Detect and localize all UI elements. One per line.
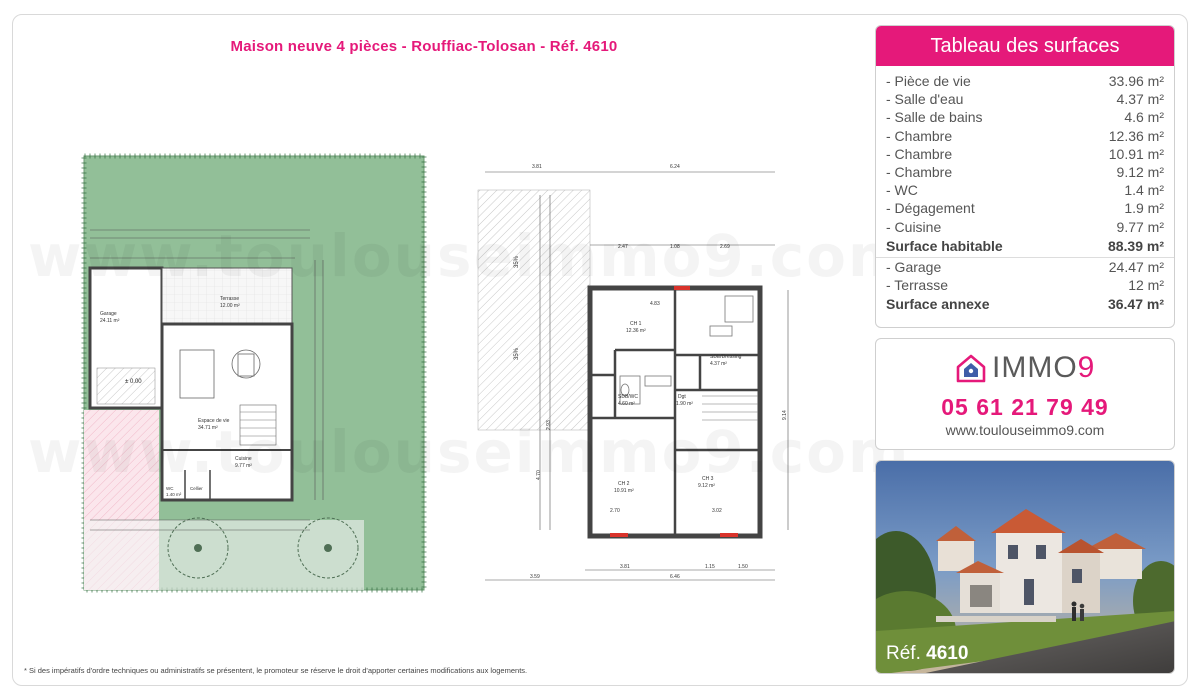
surfaces-table: Tableau des surfaces - Pièce de vie 33.96… xyxy=(875,25,1175,328)
dim-646: 6.46 xyxy=(670,574,680,580)
surface-habitable-value: 88.39 m² xyxy=(1107,237,1164,254)
surface-row: - Chambre 9.12 m² xyxy=(886,163,1164,181)
surface-label: - Terrasse xyxy=(886,276,948,293)
surface-value: 4.37 m² xyxy=(1116,91,1164,108)
house-logo-icon xyxy=(956,354,986,383)
ch2-area: 10.91 m² xyxy=(614,488,634,494)
surface-label: - Dégagement xyxy=(886,200,975,217)
sdb-area: 4.60 m² xyxy=(618,401,635,407)
website-link[interactable]: www.toulouseimmo9.com xyxy=(876,422,1174,438)
dgt-area: 1.90 m² xyxy=(676,401,693,407)
watermark-bottom: www.toulouseimmo9.com xyxy=(28,418,910,486)
logo-text: IMMO xyxy=(992,351,1078,384)
roof-slope-b: 35% xyxy=(514,347,520,360)
wc-area: 1.40 m² xyxy=(166,492,182,497)
surface-row: - Garage 24.47 m² xyxy=(886,258,1164,276)
garage-label: Garage xyxy=(100,311,117,317)
surface-annex-value: 36.47 m² xyxy=(1107,296,1164,313)
surface-value: 33.96 m² xyxy=(1108,73,1164,89)
surface-value: 1.9 m² xyxy=(1124,200,1164,217)
surface-row: - Chambre 12.36 m² xyxy=(886,127,1164,145)
surface-label: - Salle d'eau xyxy=(886,91,964,108)
dim-624: 6.24 xyxy=(670,164,680,170)
agency-logo: IMMO9 xyxy=(954,351,1095,385)
page-title: Maison neuve 4 pièces - Rouffiac-Tolosan… xyxy=(230,38,618,55)
dim-270: 2.70 xyxy=(610,508,620,514)
dim-150: 1.50 xyxy=(738,564,748,570)
surface-row: - Dégagement 1.9 m² xyxy=(886,199,1164,217)
surface-value: 9.77 m² xyxy=(1116,218,1164,235)
cellier-label: Cellier xyxy=(190,486,203,491)
dim-115: 1.15 xyxy=(705,564,715,570)
surface-annex-row: Surface annexe 36.47 m² xyxy=(886,294,1164,315)
surfaces-table-header: Tableau des surfaces xyxy=(876,26,1174,66)
surface-label: - Chambre xyxy=(886,145,953,162)
dim-381: 3.81 xyxy=(532,164,542,170)
dim-483: 4.83 xyxy=(650,301,660,307)
phone-number[interactable]: 05 61 21 79 49 xyxy=(876,394,1174,421)
dim-359: 3.59 xyxy=(530,574,540,580)
surface-value: 10.91 m² xyxy=(1108,145,1164,162)
disclaimer-note: * Si des impératifs d'ordre techniques o… xyxy=(24,666,528,675)
surface-row: - Pièce de vie 33.96 m² xyxy=(886,72,1164,90)
surface-row: - Salle de bains 4.6 m² xyxy=(886,108,1164,126)
surface-label: - Cuisine xyxy=(886,218,942,235)
terrace-label: Terrasse xyxy=(220,296,239,302)
ref-number: 4610 xyxy=(926,643,969,664)
dim-381-b: 3.81 xyxy=(620,564,630,570)
surface-row: - Terrasse 12 m² xyxy=(886,276,1164,294)
house-render-image: Réf. 4610 xyxy=(875,460,1175,674)
surface-row: - Cuisine 9.77 m² xyxy=(886,218,1164,236)
surface-label: - WC xyxy=(886,182,918,199)
dgt-label: Dgt xyxy=(678,394,686,400)
surface-row: - Chambre 10.91 m² xyxy=(886,145,1164,163)
sdb-label: SDB/WC xyxy=(618,394,638,400)
dim-302: 3.02 xyxy=(712,508,722,514)
sde-area: 4.37 m² xyxy=(710,361,727,367)
surface-label: - Chambre xyxy=(886,127,953,144)
watermark-top: www.toulouseimmo9.com xyxy=(28,222,910,290)
floor-plans: Garage 24.11 m² ± 0.00 Terrasse 12.00 m²… xyxy=(81,153,789,593)
surface-value: 1.4 m² xyxy=(1124,182,1164,199)
reference-badge: Réf. 4610 xyxy=(886,643,968,665)
ch1-label: CH 1 xyxy=(630,321,642,327)
surface-value: 12.36 m² xyxy=(1108,127,1164,144)
level-mark: ± 0.00 xyxy=(125,379,142,385)
surface-label: - Pièce de vie xyxy=(886,73,971,89)
surface-value: 12 m² xyxy=(1128,276,1164,293)
surface-label: - Salle de bains xyxy=(886,109,983,126)
logo-digit: 9 xyxy=(1077,351,1096,384)
surface-value: 9.12 m² xyxy=(1116,163,1164,180)
terrace-area: 12.00 m² xyxy=(220,303,240,309)
contact-box: IMMO9 05 61 21 79 49 www.toulouseimmo9.c… xyxy=(875,338,1175,450)
garage-area: 24.11 m² xyxy=(100,318,120,324)
surface-value: 4.6 m² xyxy=(1124,109,1164,126)
surface-label: - Garage xyxy=(886,258,942,275)
sde-label: SDE/Dressing xyxy=(710,354,742,360)
surface-annex-label: Surface annexe xyxy=(886,296,990,313)
surface-row: - WC 1.4 m² xyxy=(886,181,1164,199)
wc-label: WC xyxy=(166,486,174,491)
surface-value: 24.47 m² xyxy=(1108,258,1164,275)
surface-habitable-label: Surface habitable xyxy=(886,237,1003,254)
ref-label: Réf. xyxy=(886,643,921,664)
ch1-area: 12.36 m² xyxy=(626,328,646,334)
surface-label: - Chambre xyxy=(886,163,953,180)
surface-habitable-row: Surface habitable 88.39 m² xyxy=(886,236,1164,257)
surface-row: - Salle d'eau 4.37 m² xyxy=(886,90,1164,108)
